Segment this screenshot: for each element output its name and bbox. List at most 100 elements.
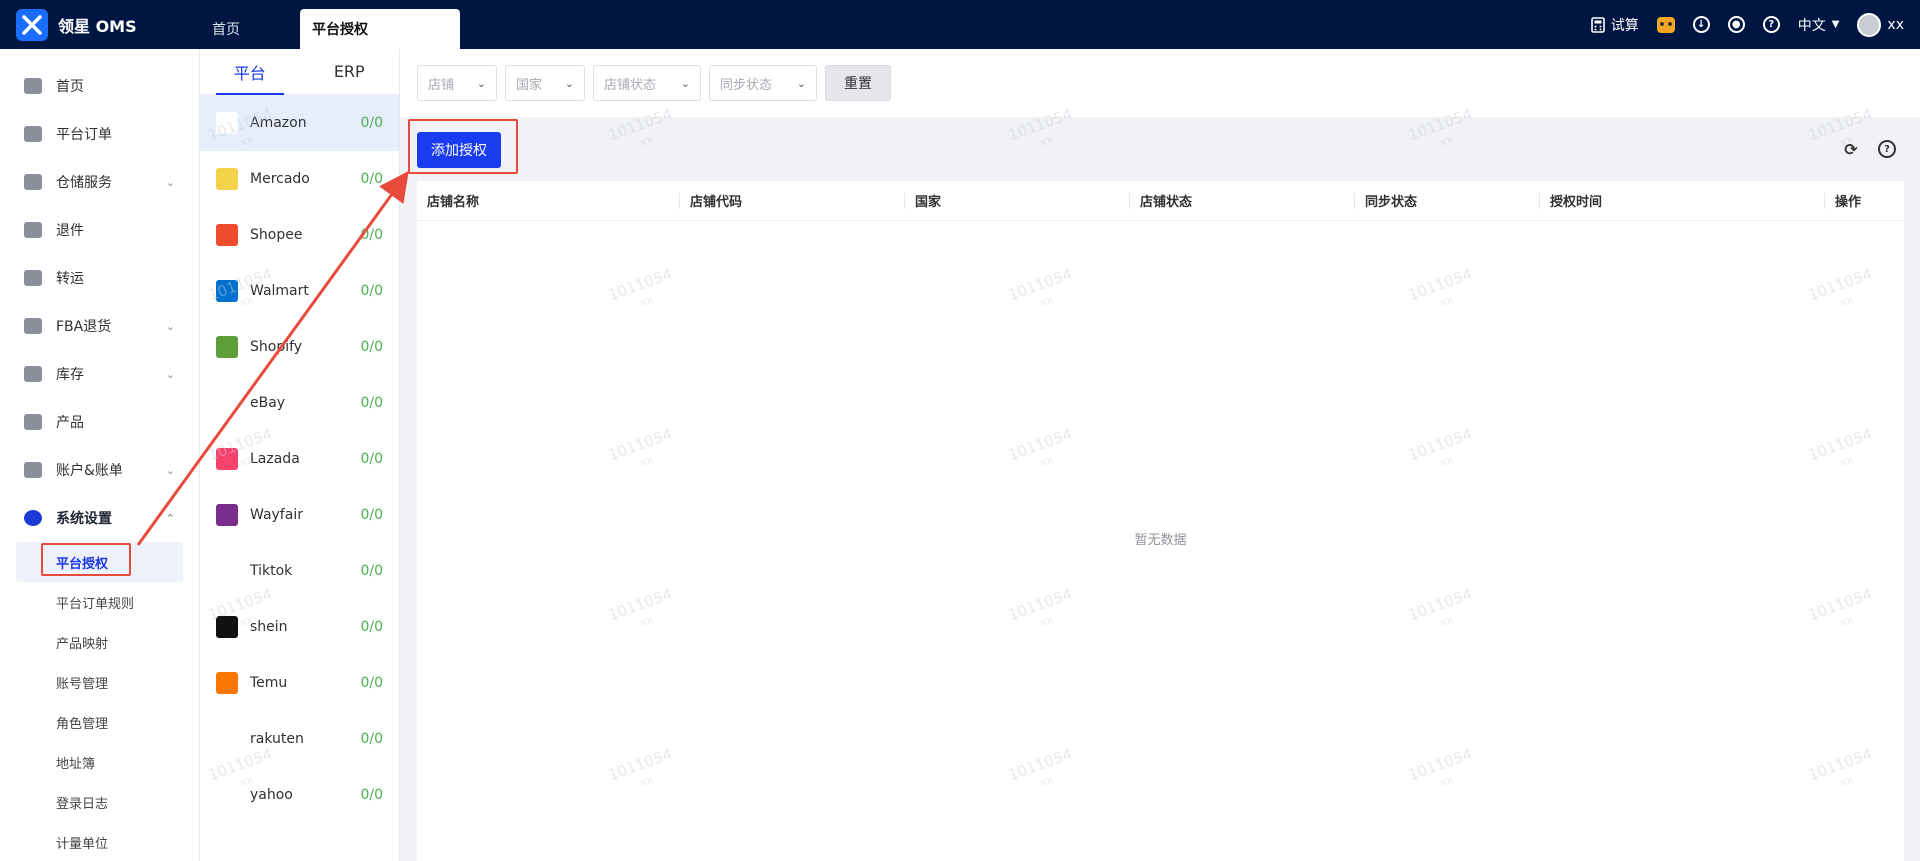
sidebar-sub-product-mapping[interactable]: 产品映射 <box>0 622 199 662</box>
sidebar-item-system-settings[interactable]: 系统设置 ⌃ <box>0 494 199 542</box>
sidebar-item-label: 产品 <box>56 415 84 431</box>
lazada-icon <box>216 448 238 470</box>
platform-item-mercado[interactable]: Mercado 0/0 <box>200 151 399 207</box>
sidebar-sub-login-log[interactable]: 登录日志 <box>0 782 199 822</box>
shop-status-select[interactable]: 店铺状态 ⌄ <box>593 65 701 101</box>
tab-home[interactable]: 首页 <box>200 9 300 49</box>
platform-name: Mercado <box>250 171 310 187</box>
sidebar-sub-address-book[interactable]: 地址簿 <box>0 742 199 782</box>
platform-item-walmart[interactable]: Walmart 0/0 <box>200 263 399 319</box>
help-icon[interactable]: ? <box>1762 16 1780 33</box>
sync-status-select[interactable]: 同步状态 ⌄ <box>709 65 817 101</box>
platform-count: 0/0 <box>360 675 383 691</box>
chevron-down-icon: ⌄ <box>680 76 690 90</box>
help-icon[interactable]: ? <box>1878 140 1896 158</box>
sidebar-item-home[interactable]: 首页 <box>0 62 199 110</box>
sidebar: 首页 平台订单 仓储服务 ⌄ 退件 转运 FBA退货 ⌄ 库存 ⌄ 产品 账户&账单 ⌄… <box>0 49 200 861</box>
shop-select[interactable]: 店铺 ⌄ <box>417 65 497 101</box>
tab-platform-auth[interactable]: 平台授权 <box>300 9 460 49</box>
platform-name: eBay <box>250 395 286 411</box>
tab-erp[interactable]: ERP <box>300 49 400 94</box>
platform-count: 0/0 <box>360 619 383 635</box>
platform-item-shopify[interactable]: Shopify 0/0 <box>200 319 399 375</box>
page-tabs: 首页 平台授权 <box>200 0 460 49</box>
add-authorization-button[interactable]: 添加授权 <box>417 132 501 168</box>
clipboard-icon <box>24 126 42 142</box>
sidebar-item-transfer[interactable]: 转运 <box>0 254 199 302</box>
chevron-down-icon: ⌄ <box>165 463 175 477</box>
reset-button[interactable]: 重置 <box>825 65 891 101</box>
platform-name: rakuten <box>250 731 304 747</box>
sidebar-sub-role-mgmt[interactable]: 角色管理 <box>0 702 199 742</box>
chevron-down-icon: ⌄ <box>165 367 175 381</box>
sidebar-item-platform-orders[interactable]: 平台订单 <box>0 110 199 158</box>
shein-icon <box>216 616 238 638</box>
sidebar-item-label: 系统设置 <box>56 511 112 527</box>
sidebar-item-returns[interactable]: 退件 <box>0 206 199 254</box>
platform-count: 0/0 <box>360 787 383 803</box>
app-logo[interactable]: 领星 OMS <box>0 0 200 49</box>
country-select[interactable]: 国家 ⌄ <box>505 65 585 101</box>
sidebar-item-label: 账户&账单 <box>56 463 123 479</box>
platform-count: 0/0 <box>360 563 383 579</box>
yahoo-icon <box>216 784 238 806</box>
amazon-icon <box>216 112 238 134</box>
download-icon[interactable]: ↓ <box>1692 16 1710 33</box>
platform-item-shein[interactable]: shein 0/0 <box>200 599 399 655</box>
sidebar-item-label: 退件 <box>56 223 84 239</box>
wayfair-icon <box>216 504 238 526</box>
platform-item-tiktok[interactable]: Tiktok 0/0 <box>200 543 399 599</box>
sidebar-item-products[interactable]: 产品 <box>0 398 199 446</box>
language-select[interactable]: 中文 ▼ <box>1798 15 1840 35</box>
app-name: 领星 OMS <box>58 16 137 36</box>
settings-icon[interactable]: ● <box>1727 16 1745 33</box>
platform-count: 0/0 <box>360 339 383 355</box>
chevron-down-icon: ⌄ <box>796 76 806 90</box>
sidebar-sub-platform-auth[interactable]: 平台授权 <box>16 542 183 582</box>
platform-count: 0/0 <box>360 395 383 411</box>
chevron-down-icon: ⌄ <box>476 76 486 90</box>
platform-item-amazon[interactable]: Amazon 0/0 <box>200 95 399 151</box>
user-menu[interactable]: xx <box>1857 12 1904 37</box>
inventory-icon <box>24 366 42 382</box>
calculator-button[interactable]: 试算 <box>1590 15 1639 35</box>
main-content: 店铺 ⌄ 国家 ⌄ 店铺状态 ⌄ 同步状态 ⌄ 重置 添加授权 ⟳ ? 店铺名称 店铺代… <box>400 49 1920 861</box>
return-icon <box>24 222 42 238</box>
ebay-icon <box>216 392 238 414</box>
platform-item-rakuten[interactable]: rakuten 0/0 <box>200 711 399 767</box>
tab-platform[interactable]: 平台 <box>200 49 300 95</box>
sidebar-item-fba-returns[interactable]: FBA退货 ⌄ <box>0 302 199 350</box>
platform-count: 0/0 <box>360 283 383 299</box>
column-header: 同步状态 <box>1354 192 1539 210</box>
sidebar-sub-account-mgmt[interactable]: 账号管理 <box>0 662 199 702</box>
platform-count: 0/0 <box>360 227 383 243</box>
platform-count: 0/0 <box>360 115 383 131</box>
sidebar-sub-order-rules[interactable]: 平台订单规则 <box>0 582 199 622</box>
sidebar-item-inventory[interactable]: 库存 ⌄ <box>0 350 199 398</box>
platform-item-temu[interactable]: Temu 0/0 <box>200 655 399 711</box>
shop-select-placeholder: 店铺 <box>428 77 455 93</box>
user-name: xx <box>1887 16 1904 33</box>
caret-down-icon: ▼ <box>1831 19 1840 30</box>
sidebar-item-label: 首页 <box>56 79 84 95</box>
platform-name: Walmart <box>250 283 309 299</box>
amazon-box-icon <box>24 318 42 334</box>
sidebar-sub-units[interactable]: 计量单位 <box>0 822 199 861</box>
shop-table: 店铺名称 店铺代码 国家 店铺状态 同步状态 授权时间 操作 暂无数据 <box>417 181 1904 861</box>
platform-item-yahoo[interactable]: yahoo 0/0 <box>200 767 399 823</box>
platform-item-ebay[interactable]: eBay 0/0 <box>200 375 399 431</box>
column-header: 店铺状态 <box>1129 192 1354 210</box>
column-header: 店铺代码 <box>679 192 904 210</box>
platform-list: Amazon 0/0 Mercado 0/0 Shopee 0/0 Walmart 0/0 Sh… <box>200 95 399 823</box>
country-select-placeholder: 国家 <box>516 77 543 93</box>
sidebar-item-warehouse[interactable]: 仓储服务 ⌄ <box>0 158 199 206</box>
sidebar-item-accounts-bills[interactable]: 账户&账单 ⌄ <box>0 446 199 494</box>
column-header: 操作 <box>1824 192 1904 210</box>
avatar <box>1857 12 1882 37</box>
platform-count: 0/0 <box>360 451 383 467</box>
platform-item-wayfair[interactable]: Wayfair 0/0 <box>200 487 399 543</box>
platform-item-lazada[interactable]: Lazada 0/0 <box>200 431 399 487</box>
refresh-icon[interactable]: ⟳ <box>1842 140 1860 159</box>
platform-item-shopee[interactable]: Shopee 0/0 <box>200 207 399 263</box>
robot-assistant-icon[interactable] <box>1656 16 1675 33</box>
